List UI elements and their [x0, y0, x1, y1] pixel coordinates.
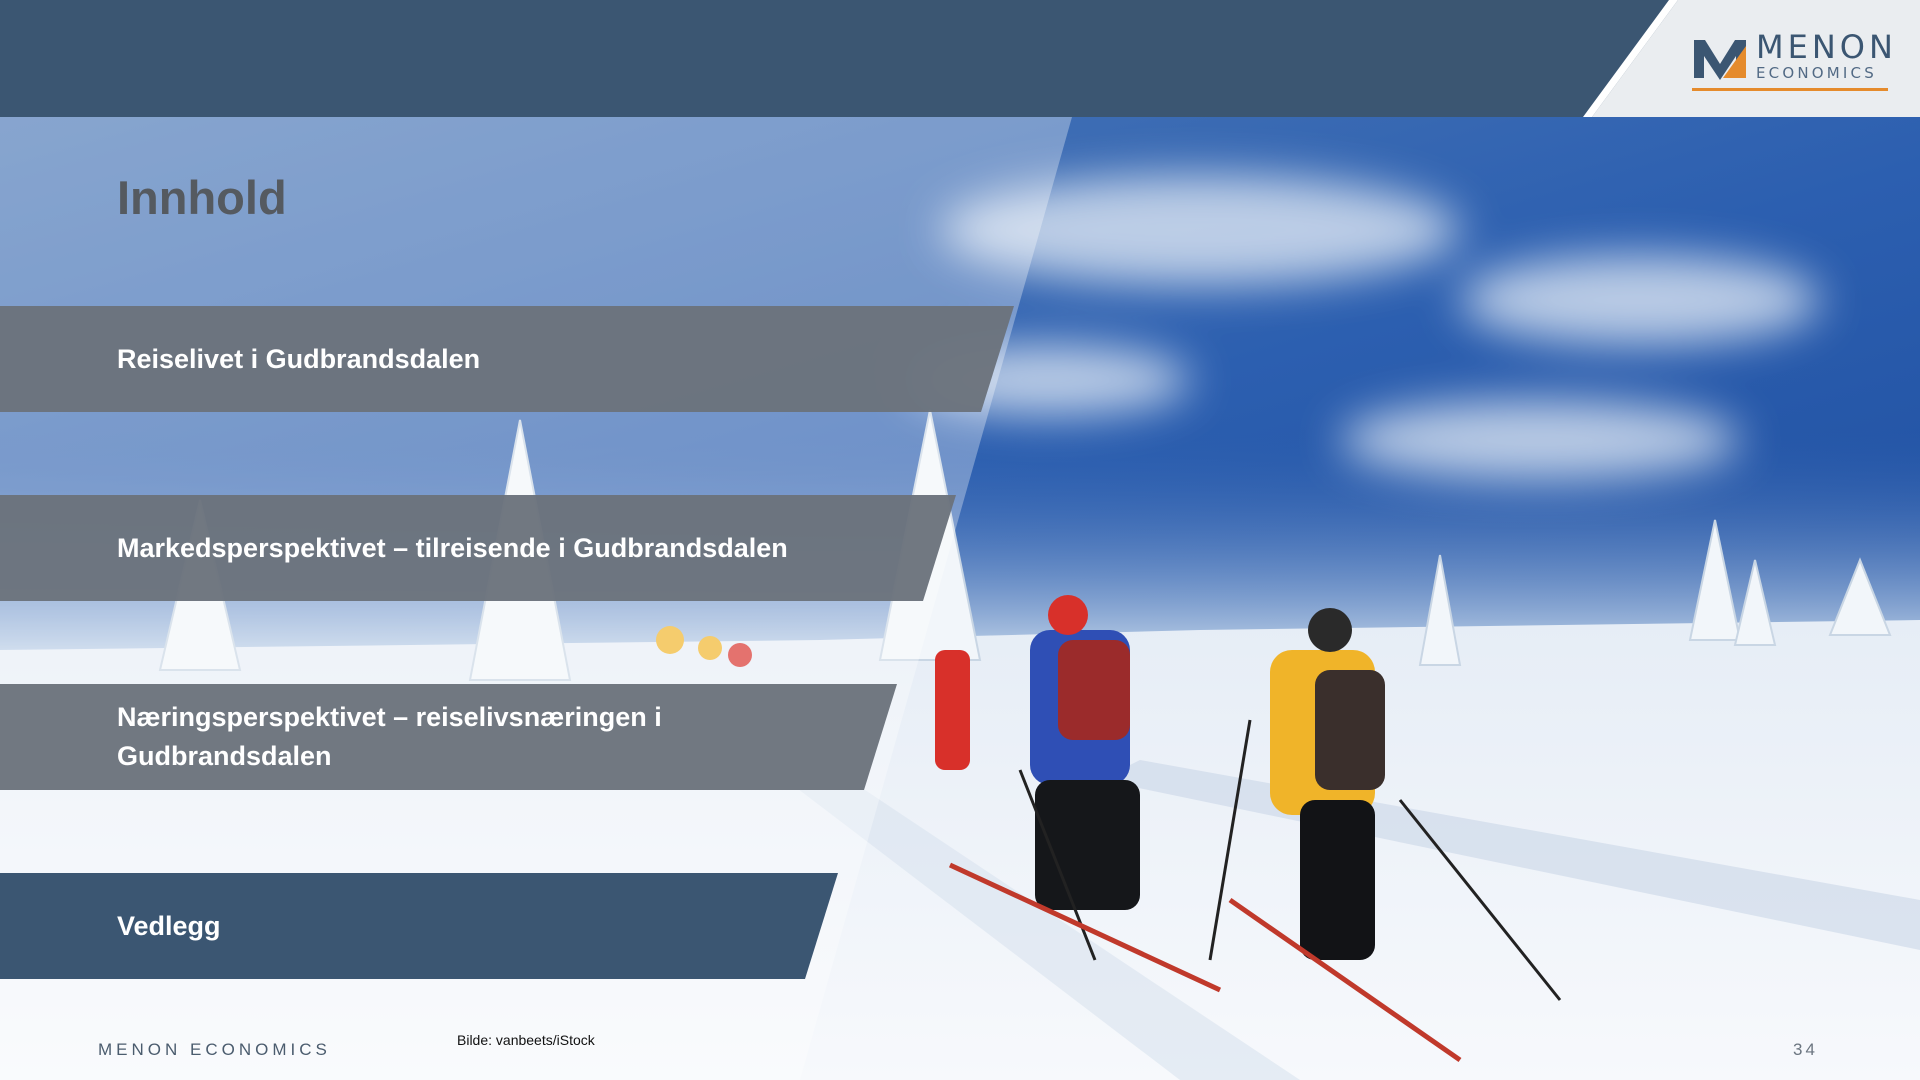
logo-accent-rule	[1692, 88, 1888, 91]
agenda-item-label: Reiselivet i Gudbrandsdalen	[117, 343, 481, 374]
menon-logo-mark-icon	[1694, 40, 1746, 80]
page-number: 34	[1793, 1040, 1818, 1059]
photo-credit: Bilde: vanbeets/iStock	[457, 1032, 595, 1048]
logo-wordmark: MENON ECONOMICS	[1756, 28, 1897, 82]
logo-name: MENON	[1756, 28, 1897, 66]
agenda-item-label: Markedsperspektivet – tilreisende i Gudb…	[117, 532, 788, 563]
agenda-item-label: Vedlegg	[117, 910, 221, 941]
footer-brand: MENON ECONOMICS	[98, 1040, 331, 1059]
agenda-item-label: Næringsperspektivet – reiselivsnæringen …	[117, 702, 662, 771]
page-title: Innhold	[117, 171, 287, 224]
logo-subtitle: ECONOMICS	[1756, 64, 1877, 82]
